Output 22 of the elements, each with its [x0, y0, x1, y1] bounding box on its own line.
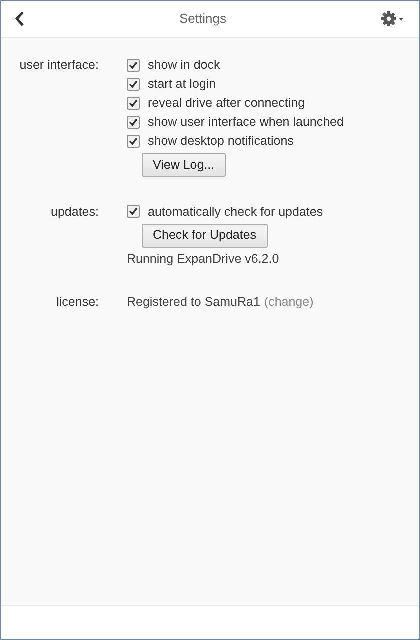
- checkbox-label: show in dock: [148, 57, 220, 74]
- action-button[interactable]: View Log...: [142, 153, 226, 178]
- section-label: updates:: [51, 204, 99, 221]
- checkbox-label: show desktop notifications: [148, 133, 294, 150]
- checkbox-label: show user interface when launched: [148, 114, 344, 132]
- checkbox[interactable]: [127, 78, 140, 91]
- checkbox[interactable]: [127, 97, 140, 110]
- back-icon[interactable]: [15, 11, 25, 27]
- action-button[interactable]: Check for Updates: [142, 224, 268, 248]
- checkbox[interactable]: [127, 135, 140, 148]
- checkbox-label: reveal drive after connecting: [148, 95, 306, 112]
- checkbox-label: start at login: [148, 76, 216, 94]
- checkbox[interactable]: [127, 205, 140, 218]
- settings-icon[interactable]: [380, 10, 405, 28]
- version-text: Running ExpanDrive v6.2.0: [127, 251, 280, 268]
- section-label: user interface:: [20, 57, 99, 74]
- section-label: license:: [56, 294, 99, 311]
- checkbox[interactable]: [127, 59, 140, 72]
- checkbox-label: automatically check for updates: [148, 204, 324, 221]
- checkbox[interactable]: [127, 116, 140, 129]
- window-title: Settings: [180, 10, 226, 28]
- license-text: Registered to SamuRa1: [127, 294, 260, 311]
